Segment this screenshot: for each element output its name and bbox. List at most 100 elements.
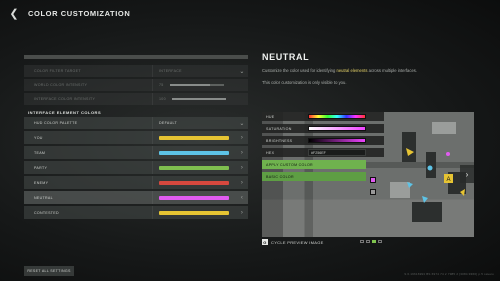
cycle-label: CYCLE PREVIEW IMAGE <box>271 239 324 245</box>
color-row-you[interactable]: YOU › <box>24 131 248 144</box>
hue-row[interactable]: HUE <box>262 112 384 121</box>
chevron-right-icon: › <box>240 164 244 171</box>
section-title: INTERFACE ELEMENT COLORS <box>28 109 102 115</box>
setting-value-wrap: 100 <box>152 93 248 105</box>
color-label: CONTESTED <box>34 210 59 215</box>
setting-label: WORLD COLOR INTENSITY <box>34 83 88 87</box>
hex-label: HEX <box>266 150 275 155</box>
team-marker-icon <box>422 196 428 203</box>
hud-color-palette-select[interactable]: HUD COLOR PALETTE DEFAULT ⌄ <box>24 117 248 129</box>
basic-color-preview <box>370 189 376 195</box>
preview-image: A HUE SATURATION BRIGHTNESS HEX #F256EF … <box>262 112 474 237</box>
setting-label: COLOR FILTER TARGET <box>34 69 81 73</box>
cycle-preview[interactable]: G CYCLE PREVIEW IMAGE <box>262 239 324 245</box>
panel-topbar <box>24 55 248 59</box>
settings-panel: COLOR FILTER TARGET INTERFACE ⌄ WORLD CO… <box>24 55 248 221</box>
color-swatch <box>159 165 229 170</box>
hex-input[interactable]: #F256EF <box>308 149 366 156</box>
color-value <box>152 161 236 174</box>
color-value <box>152 146 236 159</box>
slider-fill <box>171 98 226 100</box>
build-id: 9.6.19616993 BS 6974 74 2 7985 2 [3084:9… <box>404 272 494 276</box>
setting-value: 75 <box>159 83 164 87</box>
setting-label: INTERFACE COLOR INTENSITY <box>34 97 96 101</box>
slider-fill <box>169 84 211 86</box>
page-dot-active[interactable] <box>372 240 376 243</box>
world-intensity-slider <box>169 84 224 86</box>
setting-world-color-intensity: WORLD COLOR INTENSITY 75 <box>24 79 248 91</box>
contested-marker-icon <box>460 189 465 196</box>
page-dot[interactable] <box>366 240 370 243</box>
desc-text: across multiple interfaces. <box>367 68 418 73</box>
you-marker-icon <box>406 148 414 156</box>
setting-label: HUD COLOR PALETTE <box>34 121 78 125</box>
next-preview-button[interactable]: › <box>460 165 474 183</box>
color-label: NEUTRAL <box>34 195 53 200</box>
chevron-right-icon: › <box>240 179 244 186</box>
color-value <box>152 131 236 144</box>
chevron-right-icon: › <box>240 134 244 141</box>
setting-value: INTERFACE <box>152 65 236 77</box>
color-value <box>152 191 236 204</box>
color-row-party[interactable]: PARTY › <box>24 161 248 174</box>
preview-pagination <box>360 240 382 243</box>
chevron-right-icon: › <box>240 149 244 156</box>
color-swatch <box>159 195 229 200</box>
chevron-left-icon: ‹ <box>240 194 244 201</box>
team-marker-icon <box>407 182 413 188</box>
neutral-marker-icon <box>446 152 450 156</box>
detail-description: Customize the color used for identifying… <box>262 68 494 74</box>
team-marker-icon <box>427 165 433 171</box>
hue-label: HUE <box>266 114 275 119</box>
header: ❮ COLOR CUSTOMIZATION <box>8 6 130 20</box>
brightness-slider[interactable] <box>308 138 366 143</box>
color-row-enemy[interactable]: ENEMY › <box>24 176 248 189</box>
setting-value: DEFAULT <box>152 117 236 129</box>
color-row-neutral[interactable]: NEUTRAL ‹ <box>24 191 248 204</box>
brightness-label: BRIGHTNESS <box>266 138 293 143</box>
color-value <box>152 176 236 189</box>
color-row-contested[interactable]: CONTESTED › <box>24 206 248 219</box>
saturation-row[interactable]: SATURATION <box>262 124 384 133</box>
color-swatch <box>159 180 229 185</box>
chevron-right-icon: › <box>465 169 469 179</box>
setting-value: 100 <box>159 97 166 101</box>
keybind-icon: G <box>262 239 268 245</box>
interface-intensity-slider <box>171 98 226 100</box>
color-swatch <box>159 210 229 215</box>
custom-color-preview <box>370 177 376 183</box>
setting-color-filter-target: COLOR FILTER TARGET INTERFACE ⌄ <box>24 65 248 77</box>
desc-text: Customize the color used for identifying <box>262 68 337 73</box>
saturation-label: SATURATION <box>266 126 292 131</box>
color-swatch <box>159 150 229 155</box>
objective-letter: A <box>447 177 451 183</box>
setting-interface-color-intensity: INTERFACE COLOR INTENSITY 100 <box>24 93 248 105</box>
color-label: YOU <box>34 135 43 140</box>
saturation-slider[interactable] <box>308 126 366 131</box>
basic-color-button[interactable]: BASIC COLOR <box>262 172 366 181</box>
color-label: ENEMY <box>34 180 49 185</box>
desc-highlight: neutral elements <box>336 68 368 73</box>
color-label: PARTY <box>34 165 48 170</box>
page-title: COLOR CUSTOMIZATION <box>28 8 131 18</box>
color-picker: HUE SATURATION BRIGHTNESS HEX #F256EF AP… <box>262 112 384 195</box>
hex-row: HEX #F256EF <box>262 148 384 157</box>
brightness-row[interactable]: BRIGHTNESS <box>262 136 384 145</box>
detail-panel: NEUTRAL Customize the color used for ide… <box>262 52 494 85</box>
detail-title: NEUTRAL <box>262 52 310 62</box>
detail-note: This color customization is only visible… <box>262 80 347 85</box>
color-row-team[interactable]: TEAM › <box>24 146 248 159</box>
color-label: TEAM <box>34 150 46 155</box>
page-dot[interactable] <box>360 240 364 243</box>
chevron-left-icon: ❮ <box>9 7 19 20</box>
back-button[interactable]: ❮ <box>8 7 20 20</box>
color-swatch <box>159 135 229 140</box>
reset-all-button[interactable]: RESET ALL SETTINGS <box>24 266 74 276</box>
page-dot[interactable] <box>378 240 382 243</box>
chevron-down-icon: ⌄ <box>239 120 245 127</box>
chevron-right-icon: › <box>240 209 244 216</box>
hue-slider[interactable] <box>308 114 366 119</box>
apply-custom-color-button[interactable]: APPLY CUSTOM COLOR <box>262 160 366 169</box>
color-value <box>152 206 236 219</box>
setting-value-wrap: 75 <box>152 79 248 91</box>
